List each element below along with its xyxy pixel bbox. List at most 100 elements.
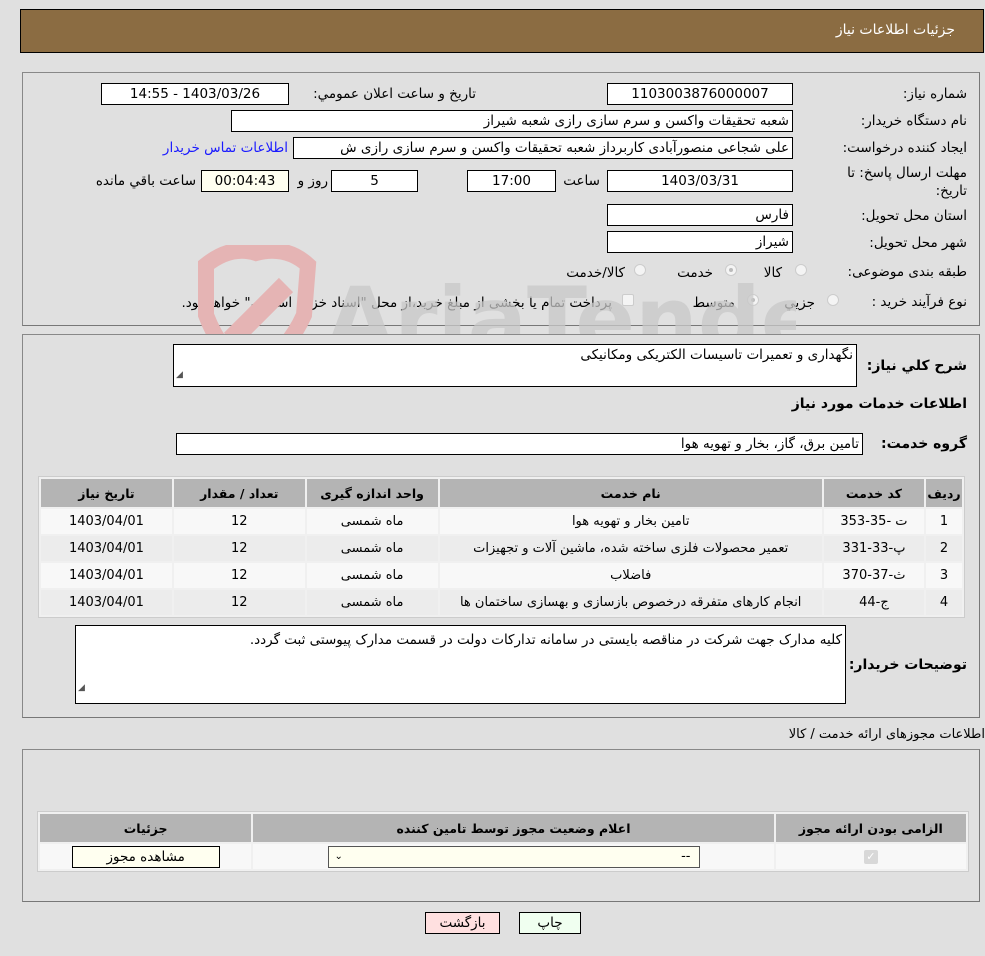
view-permit-button[interactable]: مشاهده مجوز xyxy=(71,845,220,868)
province-label: استان محل تحویل: xyxy=(861,208,967,224)
buyer-notes-label: توضیحات خریدار: xyxy=(848,657,967,673)
buyer-notes-textarea[interactable]: کلیه مدارک جهت شرکت در مناقصه بایستی در … xyxy=(75,625,846,704)
category-option-goods: کالا xyxy=(763,265,782,281)
resize-handle-icon[interactable]: ◢ xyxy=(78,674,85,702)
page-title: جزئیات اطلاعات نیاز xyxy=(835,22,955,38)
cell-unit: ماه شمسی xyxy=(306,536,438,561)
cell-row-number: 2 xyxy=(926,536,962,561)
summary-text: نگهداری و تعمیرات تاسیسات الکتریکی ومکان… xyxy=(580,347,853,363)
process-option-minor: جزيي xyxy=(784,295,815,311)
cell-row-number: 4 xyxy=(926,590,962,615)
buyer-org-field[interactable]: شعبه تحقیقات واکسن و سرم سازی رازی شعبه … xyxy=(231,110,793,132)
buyer-org-label: نام دستگاه خریدار: xyxy=(860,113,967,129)
announce-label: تاریخ و ساعت اعلان عمومي: xyxy=(313,86,476,102)
print-button[interactable]: چاپ xyxy=(519,912,581,934)
col-need-date: تاریخ نیاز xyxy=(41,479,172,507)
category-option-service: خدمت xyxy=(677,265,713,281)
process-option-medium: متوسط xyxy=(692,295,735,311)
need-number-label: شماره نیاز: xyxy=(902,86,967,102)
cell-service-code: ج-44 xyxy=(823,590,925,615)
permit-status-value: -- xyxy=(681,848,691,864)
cell-need-date: 1403/04/01 xyxy=(41,509,172,534)
cell-service-code: پ-33-331 xyxy=(823,536,925,561)
treasury-checkbox[interactable] xyxy=(622,294,634,306)
permits-table-header: الزامی بودن ارائه مجوز اعلام وضعیت مجوز … xyxy=(40,814,966,842)
treasury-note: پرداخت تمام یا بخشی از مبلغ خرید،از محل … xyxy=(181,295,612,311)
summary-label: شرح کلي نیاز: xyxy=(866,358,967,374)
back-button[interactable]: بازگشت xyxy=(425,912,500,934)
province-field[interactable]: فارس xyxy=(607,204,793,226)
chevron-down-icon: ⌄ xyxy=(334,850,343,862)
service-group-field[interactable]: تامین برق، گاز، بخار و تهویه هوا xyxy=(176,433,863,455)
cell-need-date: 1403/04/01 xyxy=(41,590,172,615)
cell-permit-status: -- ⌄ xyxy=(253,844,774,869)
cell-service-name: فاضلاب xyxy=(439,563,822,588)
services-heading: اطلاعات خدمات مورد نیاز xyxy=(791,396,967,412)
cell-service-code: ت -35-353 xyxy=(823,509,925,534)
col-permit-required: الزامی بودن ارائه مجوز xyxy=(775,814,966,842)
days-field[interactable]: 5 xyxy=(331,170,418,192)
deadline-time-field[interactable]: 17:00 xyxy=(467,170,556,192)
process-radio-minor[interactable] xyxy=(827,294,839,306)
cell-quantity: 12 xyxy=(173,563,305,588)
table-row: 2 پ-33-331 تعمیر محصولات فلزی ساخته شده،… xyxy=(41,536,962,561)
col-service-code: کد خدمت xyxy=(823,479,925,507)
permits-title: اطلاعات مجوزهای ارائه خدمت / کالا xyxy=(788,727,985,742)
cell-service-name: انجام کارهای متفرقه درخصوص بازسازی و بهس… xyxy=(439,590,822,615)
permit-status-select[interactable]: -- ⌄ xyxy=(327,845,700,868)
need-number-field[interactable]: 1103003876000007 xyxy=(607,83,793,105)
deadline-label: مهلت ارسال پاسخ: تا تاریخ: xyxy=(847,165,967,199)
summary-textarea[interactable]: نگهداری و تعمیرات تاسیسات الکتریکی ومکان… xyxy=(173,344,857,387)
cell-unit: ماه شمسی xyxy=(306,563,438,588)
days-label: روز و xyxy=(297,173,328,189)
cell-row-number: 3 xyxy=(926,563,962,588)
category-radio-service[interactable] xyxy=(725,264,737,276)
cell-quantity: 12 xyxy=(173,590,305,615)
remaining-time-label: ساعت باقي مانده xyxy=(95,173,196,189)
cell-quantity: 12 xyxy=(173,536,305,561)
col-row-number: ردیف xyxy=(926,479,962,507)
cell-quantity: 12 xyxy=(173,509,305,534)
table-row: 3 ث-37-370 فاضلاب ماه شمسی 12 1403/04/01 xyxy=(41,563,962,588)
cell-permit-required: ✓ xyxy=(775,844,966,869)
creator-field[interactable]: علی شجاعی منصورآبادی کاربرداز شعبه تحقیق… xyxy=(293,137,793,159)
cell-service-code: ث-37-370 xyxy=(823,563,925,588)
table-row: 1 ت -35-353 تامین بخار و تهویه هوا ماه ش… xyxy=(41,509,962,534)
services-table-header: ردیف کد خدمت نام خدمت واحد اندازه گیری ت… xyxy=(41,479,962,507)
process-radio-medium[interactable] xyxy=(747,294,759,306)
category-radio-goods[interactable] xyxy=(795,264,807,276)
buyer-contact-link[interactable]: اطلاعات تماس خریدار xyxy=(163,140,288,156)
process-label: نوع فرآیند خرید : xyxy=(871,294,967,310)
deadline-time-label: ساعت xyxy=(563,173,600,189)
city-label: شهر محل تحویل: xyxy=(869,235,967,251)
col-unit: واحد اندازه گیری xyxy=(306,479,438,507)
col-service-name: نام خدمت xyxy=(439,479,822,507)
services-table: ردیف کد خدمت نام خدمت واحد اندازه گیری ت… xyxy=(38,476,965,618)
permits-table: الزامی بودن ارائه مجوز اعلام وضعیت مجوز … xyxy=(37,811,969,872)
category-radio-goods-service[interactable] xyxy=(634,264,646,276)
cell-service-name: تامین بخار و تهویه هوا xyxy=(439,509,822,534)
col-quantity: تعداد / مقدار xyxy=(173,479,305,507)
resize-handle-icon[interactable]: ◢ xyxy=(176,365,183,385)
service-group-label: گروه خدمت: xyxy=(881,436,967,452)
col-permit-details: جزئیات xyxy=(40,814,252,842)
cell-service-name: تعمیر محصولات فلزی ساخته شده، ماشین آلات… xyxy=(439,536,822,561)
deadline-date-field[interactable]: 1403/03/31 xyxy=(607,170,793,192)
city-field[interactable]: شیراز xyxy=(607,231,793,253)
cell-need-date: 1403/04/01 xyxy=(41,563,172,588)
col-permit-status: اعلام وضعیت مجوز توسط تامین کننده xyxy=(253,814,774,842)
category-label: طبقه بندی موضوعی: xyxy=(847,264,967,280)
creator-label: ایجاد کننده درخواست: xyxy=(842,140,967,156)
cell-need-date: 1403/04/01 xyxy=(41,536,172,561)
required-checkbox-checked-icon[interactable]: ✓ xyxy=(863,850,878,864)
cell-unit: ماه شمسی xyxy=(306,509,438,534)
table-row: 4 ج-44 انجام کارهای متفرقه درخصوص بازساز… xyxy=(41,590,962,615)
buyer-notes-text: کلیه مدارک جهت شرکت در مناقصه بایستی در … xyxy=(249,632,842,648)
cell-row-number: 1 xyxy=(926,509,962,534)
table-row: ✓ -- ⌄ مشاهده مجوز xyxy=(40,844,966,869)
cell-permit-details: مشاهده مجوز xyxy=(40,844,252,869)
page-header: جزئیات اطلاعات نیاز xyxy=(20,9,984,53)
cell-unit: ماه شمسی xyxy=(306,590,438,615)
category-option-goods-service: کالا/خدمت xyxy=(566,265,625,281)
announce-datetime-field[interactable]: 1403/03/26 - 14:55 xyxy=(101,83,289,105)
